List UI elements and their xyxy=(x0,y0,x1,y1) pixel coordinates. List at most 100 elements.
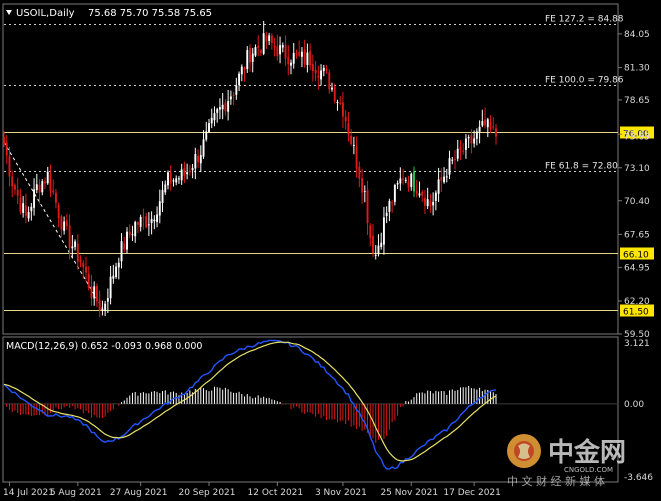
macd-tick-label: 3.121 xyxy=(624,339,650,349)
candle-body xyxy=(391,202,394,204)
candle-body xyxy=(30,206,33,212)
candle-body xyxy=(287,57,290,65)
candle-body xyxy=(251,53,254,62)
candle-body xyxy=(161,189,164,204)
candle-body xyxy=(322,67,325,72)
candle-body xyxy=(361,178,364,193)
candle-body xyxy=(194,154,197,169)
candle-body xyxy=(35,184,38,190)
candle-body xyxy=(33,189,36,208)
candle-body xyxy=(410,173,413,188)
date-tick-label: 20 Sep 2021 xyxy=(178,488,235,498)
candle-body xyxy=(52,190,55,193)
candle-body xyxy=(276,46,279,57)
candle-body xyxy=(240,66,243,75)
candle-body xyxy=(456,148,459,159)
candle-body xyxy=(385,212,388,216)
candle-body xyxy=(63,221,66,231)
candle-body xyxy=(382,217,385,245)
date-tick-label: 12 Oct 2021 xyxy=(248,488,304,498)
candle-body xyxy=(429,200,432,207)
candle-body xyxy=(366,189,369,223)
candle-body xyxy=(492,126,495,128)
watermark-logo xyxy=(507,434,541,468)
candle-body xyxy=(46,171,49,184)
candle-body xyxy=(158,201,161,216)
candle-body xyxy=(440,177,443,181)
price-tick-label: 81.30 xyxy=(624,64,650,74)
symbol-dropdown-icon[interactable] xyxy=(6,10,12,15)
candle-body xyxy=(191,168,194,171)
level-price-label: 61.50 xyxy=(623,308,649,318)
candle-body xyxy=(478,126,481,132)
candle-body xyxy=(112,275,115,279)
price-tick-label: 70.40 xyxy=(624,197,650,207)
candle-body xyxy=(224,102,227,112)
candle-body xyxy=(341,102,344,117)
candle-body xyxy=(216,109,219,113)
candle-body xyxy=(19,197,22,212)
candle-body xyxy=(262,33,265,54)
candle-body xyxy=(134,221,137,237)
candle-body xyxy=(218,107,221,110)
candle-body xyxy=(295,53,298,55)
candle-body xyxy=(292,52,295,64)
candle-body xyxy=(106,297,109,302)
ohlc-readout: 75.68 75.70 75.58 75.65 xyxy=(88,8,212,19)
candle-body xyxy=(396,183,399,185)
price-tick-label: 73.10 xyxy=(624,164,650,174)
price-tick-label: 62.20 xyxy=(624,297,650,307)
candle-body xyxy=(104,303,107,311)
candle-body xyxy=(49,173,52,191)
candle-body xyxy=(404,179,407,181)
candle-body xyxy=(462,150,465,152)
candle-body xyxy=(229,96,232,100)
candle-body xyxy=(156,214,159,222)
candle-body xyxy=(249,47,251,63)
candle-body xyxy=(300,51,303,57)
candle-body xyxy=(175,178,178,183)
candle-body xyxy=(213,113,216,121)
candle-body xyxy=(139,216,142,227)
candle-body xyxy=(325,69,328,71)
candle-body xyxy=(115,266,118,278)
candle-body xyxy=(117,262,120,268)
candle-body xyxy=(16,189,19,196)
level-price-label: 66.10 xyxy=(623,251,649,261)
candle-body xyxy=(481,121,484,126)
candle-body xyxy=(210,117,213,124)
candle-body xyxy=(227,101,230,112)
candle-body xyxy=(320,70,323,80)
date-tick-label: 17 Dec 2021 xyxy=(443,488,501,498)
candle-body xyxy=(484,119,487,126)
date-tick-label: 27 Aug 2021 xyxy=(110,488,168,498)
candle-body xyxy=(464,138,467,150)
candle-body xyxy=(98,299,101,311)
price-tick-label: 84.05 xyxy=(624,30,650,40)
candle-body xyxy=(123,243,126,250)
candle-body xyxy=(87,273,90,288)
candle-body xyxy=(54,192,57,203)
candle-body xyxy=(339,102,342,104)
candle-body xyxy=(71,246,74,249)
candles-layer xyxy=(3,20,497,318)
candle-body xyxy=(93,286,96,299)
candle-body xyxy=(90,286,93,298)
candle-body xyxy=(57,205,60,219)
candle-body xyxy=(309,50,312,66)
candle-body xyxy=(467,137,470,139)
candle-body xyxy=(27,211,30,219)
candle-body xyxy=(169,172,172,184)
candle-body xyxy=(363,191,366,193)
candle-body xyxy=(177,178,180,180)
date-tick-label: 14 Jul 2021 xyxy=(3,488,54,498)
candle-body xyxy=(413,171,415,192)
candle-body xyxy=(128,231,131,235)
candle-body xyxy=(489,121,492,129)
candle-body xyxy=(246,50,249,70)
candle-body xyxy=(432,201,435,206)
candle-body xyxy=(448,158,451,175)
fe-level-label: FE 61.8 = 72.80 xyxy=(545,162,618,172)
candle-body xyxy=(164,184,167,193)
symbol-label: USOIL,Daily xyxy=(16,8,75,19)
